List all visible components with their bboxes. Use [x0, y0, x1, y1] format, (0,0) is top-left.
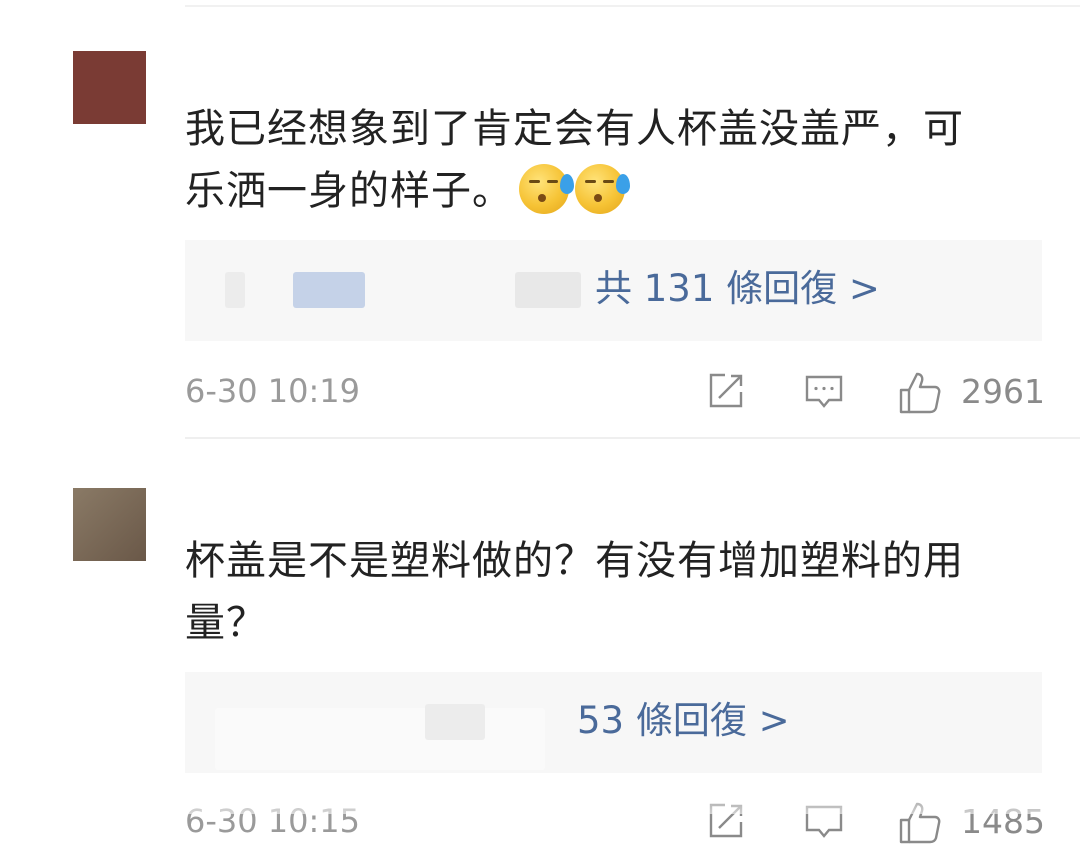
top-divider — [185, 5, 1080, 7]
thumbs-up-icon[interactable] — [897, 800, 943, 850]
comment-divider — [185, 437, 1080, 439]
comment-text-line: 我已经想象到了肯定会有人杯盖没盖严，可 — [185, 106, 964, 152]
comment-icon[interactable] — [803, 800, 845, 846]
thumbs-up-icon[interactable] — [897, 370, 943, 420]
reply-count-link[interactable]: 共 131 條回復 > — [595, 264, 880, 314]
comment-text: 我已经想象到了肯定会有人杯盖没盖严，可 乐洒一身的样子。 — [185, 98, 1045, 222]
comment-meta-row: 6-30 10:19 2961 — [185, 366, 1045, 416]
reply-preview-box[interactable]: 共 131 條回復 > — [185, 240, 1042, 341]
sweat-emoji-icon — [519, 164, 574, 214]
reply-preview-blurred — [225, 272, 245, 308]
comment-text-line: 杯盖是不是塑料做的？有没有增加塑料的用 — [185, 538, 964, 584]
comment-icon[interactable] — [803, 370, 845, 416]
like-count: 1485 — [961, 802, 1045, 841]
comment-meta-row: 6-30 10:15 1485 — [185, 796, 1045, 846]
sweat-emoji-icon — [575, 164, 630, 214]
avatar[interactable] — [73, 51, 146, 124]
repost-icon[interactable] — [705, 370, 747, 416]
comment-text-line: 量？ — [185, 600, 267, 646]
comment-timestamp: 6-30 10:15 — [185, 802, 361, 840]
repost-icon[interactable] — [705, 800, 747, 846]
avatar[interactable] — [73, 488, 146, 561]
reply-preview-blurred — [215, 708, 545, 770]
reply-preview-blurred — [425, 704, 485, 740]
reply-preview-blurred — [293, 272, 365, 308]
reply-count-link[interactable]: 53 條回復 > — [577, 696, 790, 746]
reply-preview-blurred — [515, 272, 581, 308]
comment-timestamp: 6-30 10:19 — [185, 372, 361, 410]
like-count: 2961 — [961, 372, 1045, 411]
reply-preview-box[interactable]: 53 條回復 > — [185, 672, 1042, 773]
comment-text-line-2: 乐洒一身的样子。 — [185, 168, 513, 214]
comment-text: 杯盖是不是塑料做的？有没有增加塑料的用 量？ — [185, 530, 1045, 654]
comment-text-line: 乐洒一身的样子。 — [185, 160, 1045, 222]
